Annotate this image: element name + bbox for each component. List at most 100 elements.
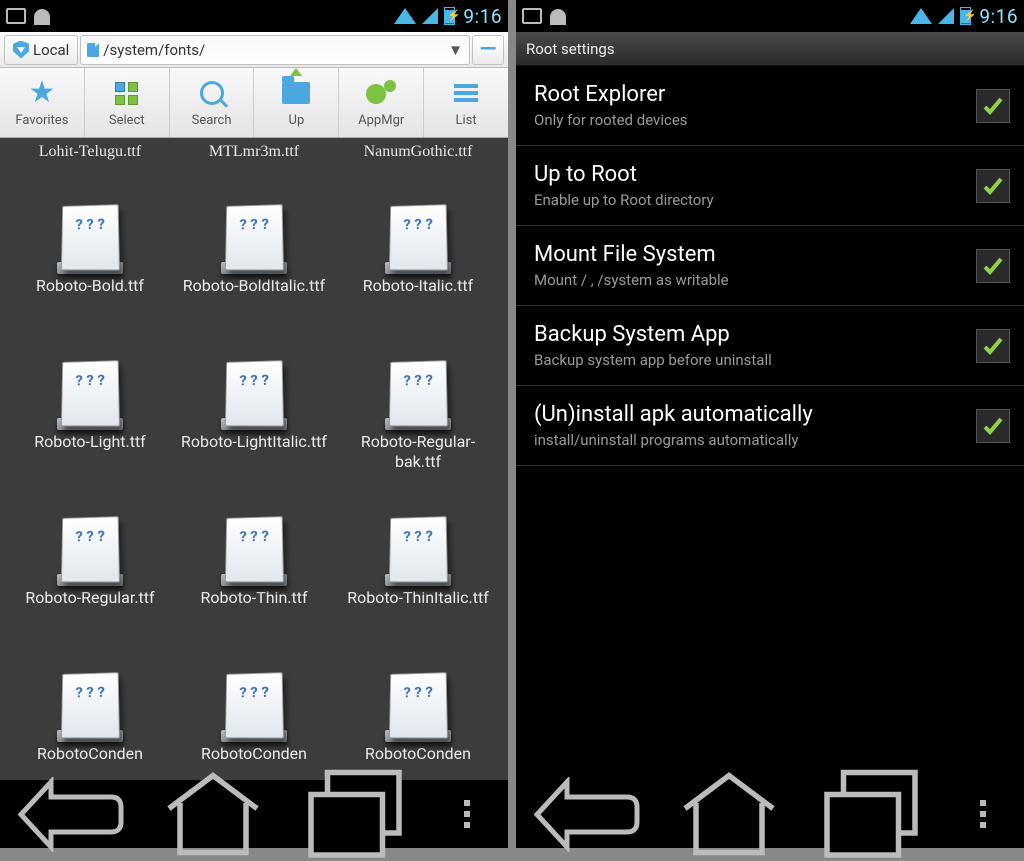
menu-dots-icon [464,800,470,828]
select-icon [115,82,138,105]
toolbar-search[interactable]: Search [170,68,255,137]
file-thumb-icon [218,346,290,426]
setting-subtitle: Backup system app before uninstall [534,351,964,369]
clock: 9:16 [463,5,502,28]
nav-menu[interactable] [442,792,492,836]
close-tab-button[interactable]: — [472,35,504,65]
file-item[interactable]: RobotoConden [172,656,336,780]
checkbox[interactable] [976,89,1010,123]
location-label: Local [33,41,69,59]
check-icon [981,414,1005,438]
nav-home[interactable] [158,792,268,836]
recent-apps-icon [816,767,926,861]
path-input[interactable]: /system/fonts/ ▼ [80,35,470,65]
android-notification-icon [32,7,52,25]
file-thumb-icon [382,190,454,270]
gears-icon [366,80,396,106]
clock: 9:16 [979,5,1018,28]
sdcard-icon [87,43,99,57]
file-thumb-icon [54,502,126,582]
file-thumb-icon [382,502,454,582]
setting-subtitle: Only for rooted devices [534,111,964,129]
checkbox[interactable] [976,169,1010,203]
up-folder-icon [282,82,310,104]
file-item[interactable]: Roboto-Italic.ttf [336,188,500,344]
file-name: RobotoConden [37,744,143,764]
toolbar: ★ Favorites Select Search Up AppMgr List [0,68,508,138]
file-item[interactable]: Roboto-Regular-bak.ttf [336,344,500,500]
phone-root-settings: ⚡ 9:16 Root settings Root Explorer Only f… [516,0,1024,848]
nav-menu[interactable] [958,792,1008,836]
toolbar-list[interactable]: List [424,68,508,137]
toolbar-appmgr[interactable]: AppMgr [339,68,424,137]
back-icon [532,777,642,852]
toolbar-select-label: Select [109,113,145,128]
file-name: RobotoConden [365,744,471,764]
file-item[interactable]: Lohit-Telugu.ttf [8,142,172,188]
file-item[interactable]: Roboto-Regular.ttf [8,500,172,656]
setting-item[interactable]: (Un)install apk automaticallyinstall/uni… [516,386,1024,466]
home-icon [158,770,268,858]
wifi-icon [394,8,416,24]
file-thumb-icon [218,502,290,582]
file-name: Roboto-Regular-bak.ttf [343,432,493,472]
back-icon [16,777,126,852]
toolbar-up-label: Up [289,113,305,128]
file-item[interactable]: RobotoConden [8,656,172,780]
nav-back[interactable] [532,792,642,836]
status-bar: ⚡ 9:16 [516,0,1024,32]
picture-notification-icon [6,8,26,24]
check-icon [981,254,1005,278]
toolbar-search-label: Search [192,113,232,128]
battery-icon: ⚡ [960,7,971,25]
file-item[interactable]: Roboto-BoldItalic.ttf [172,188,336,344]
file-thumb-icon [218,190,290,270]
file-item[interactable]: RobotoConden [336,656,500,780]
setting-title: Root Explorer [534,82,964,107]
file-name: Roboto-LightItalic.ttf [181,432,327,452]
setting-item[interactable]: Backup System App Backup system app befor… [516,306,1024,386]
file-item[interactable]: Roboto-Light.ttf [8,344,172,500]
search-icon [200,81,224,105]
checkbox[interactable] [976,329,1010,363]
file-name: MTLmr3m.ttf [209,142,299,162]
path-text: /system/fonts/ [103,41,205,59]
wifi-icon [910,8,932,24]
toolbar-up[interactable]: Up [254,68,339,137]
setting-subtitle: Enable up to Root directory [534,191,964,209]
file-item[interactable]: Roboto-Thin.ttf [172,500,336,656]
star-icon: ★ [28,78,55,108]
toolbar-select[interactable]: Select [85,68,170,137]
setting-title: Up to Root [534,162,964,187]
file-item[interactable]: Roboto-Bold.ttf [8,188,172,344]
nav-recent[interactable] [816,792,926,836]
toolbar-favorites[interactable]: ★ Favorites [0,68,85,137]
check-icon [981,174,1005,198]
setting-title: Backup System App [534,322,964,347]
file-thumb-icon [382,658,454,738]
file-name: Roboto-Italic.ttf [363,276,473,296]
path-dropdown-icon: ▼ [448,41,463,59]
file-thumb-icon [218,658,290,738]
setting-title: Mount File System [534,242,964,267]
checkbox[interactable] [976,409,1010,443]
nav-back[interactable] [16,792,126,836]
setting-item[interactable]: Mount File SystemMount / , /system as wr… [516,226,1024,306]
file-grid[interactable]: Lohit-Telugu.ttf MTLmr3m.ttf NanumGothic.t… [0,138,508,780]
file-item[interactable]: Roboto-LightItalic.ttf [172,344,336,500]
file-name: Roboto-BoldItalic.ttf [183,276,325,296]
file-item[interactable]: NanumGothic.ttf [336,142,500,188]
setting-item[interactable]: Root Explorer Only for rooted devices [516,66,1024,146]
setting-item[interactable]: Up to Root Enable up to Root directory [516,146,1024,226]
file-item[interactable]: Roboto-ThinItalic.ttf [336,500,500,656]
file-item[interactable]: MTLmr3m.ttf [172,142,336,188]
location-dropdown[interactable]: Local [4,35,78,65]
settings-header-title: Root settings [526,40,615,58]
toolbar-list-label: List [455,113,476,128]
nav-recent[interactable] [300,792,410,836]
list-icon [454,84,478,102]
checkbox[interactable] [976,249,1010,283]
nav-home[interactable] [674,792,784,836]
settings-list[interactable]: Root Explorer Only for rooted devices Up t… [516,66,1024,780]
check-icon [981,334,1005,358]
